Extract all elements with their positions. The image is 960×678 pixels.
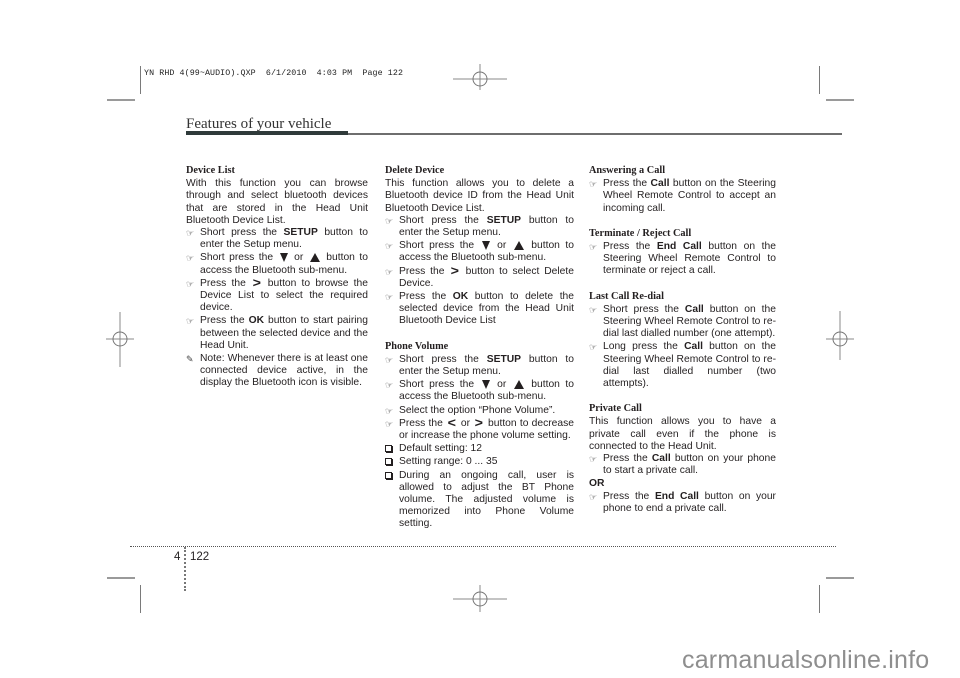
checkbox-icon xyxy=(385,445,392,453)
device-list-intro: With this function you can browse throug… xyxy=(186,178,368,226)
crop-mark xyxy=(107,99,135,101)
down-triangle-icon xyxy=(279,253,288,263)
delete-device-step: ☞ Press the > button to select Delete De… xyxy=(385,262,574,289)
pointing-hand-icon: ☞ xyxy=(186,253,195,264)
end-call-button-label: End Call xyxy=(654,490,699,502)
delete-device-step: ☞ Press the OK button to delete the sele… xyxy=(385,291,575,327)
pointing-hand-icon: ☞ xyxy=(589,304,598,315)
print-slug-line: YN RHD 4(99~AUDIO).QXP 6/1/2010 4:03 PM … xyxy=(144,69,404,78)
pencil-note-icon: ✎ xyxy=(186,354,194,365)
crop-mark xyxy=(819,66,820,94)
pointing-hand-icon: ☞ xyxy=(186,228,195,239)
header-rule-light xyxy=(348,133,842,135)
column-2: Delete Device This function allows you t… xyxy=(385,165,574,532)
redial-step: ☞ Long press the Call button on the Stee… xyxy=(589,341,777,390)
section-heading-redial: Last Call Re-dial xyxy=(589,290,664,302)
setup-button-label: SETUP xyxy=(486,353,522,365)
right-chevron-icon: > xyxy=(450,262,460,278)
pointing-hand-icon: ☞ xyxy=(589,242,598,253)
phone-volume-info: During an ongoing call, user is allowed … xyxy=(385,470,574,531)
pointing-hand-icon: ☞ xyxy=(385,418,394,429)
right-chevron-icon: > xyxy=(474,414,484,430)
crop-mark xyxy=(107,577,135,579)
delete-device-step: ☞ Short press the or button to access th… xyxy=(385,240,574,264)
device-list-step: ☞ Press the > button to browse the Devic… xyxy=(186,274,368,314)
setup-button-label: SETUP xyxy=(283,227,318,239)
device-list-step: ☞ Short press the SETUP button to enter … xyxy=(186,227,369,251)
delete-device-intro: This function allows you to delete a Blu… xyxy=(385,178,574,214)
section-heading-answering-call: Answering a Call xyxy=(589,165,666,176)
checkbox-icon xyxy=(385,458,392,466)
pointing-hand-icon: ☞ xyxy=(589,491,598,502)
pointing-hand-icon: ☞ xyxy=(186,278,195,289)
up-triangle-icon xyxy=(309,253,320,263)
pointing-hand-icon: ☞ xyxy=(385,266,394,277)
device-list-step: ☞ Short press the or button to access th… xyxy=(186,252,368,276)
registration-mark-icon xyxy=(453,585,507,612)
ok-button-label: OK xyxy=(452,291,469,303)
crop-mark xyxy=(826,577,854,579)
right-chevron-icon: > xyxy=(252,274,261,290)
end-call-button-label: End Call xyxy=(656,241,702,253)
section-heading-device-list: Device List xyxy=(186,165,235,176)
call-button-label: Call xyxy=(684,341,703,353)
checkbox-icon xyxy=(385,471,392,479)
down-triangle-icon xyxy=(481,380,490,390)
device-list-note: ✎ Note: Whenever there is at least one c… xyxy=(186,353,368,389)
pointing-hand-icon: ☞ xyxy=(385,215,394,226)
private-call-intro: This function allows you to have a priva… xyxy=(589,416,776,452)
pointing-hand-icon: ☞ xyxy=(385,380,394,391)
phone-volume-step: ☞ Press the < or > button to decrease or… xyxy=(385,414,574,442)
private-call-step: ☞ Press the Call button on your phone to… xyxy=(589,453,776,477)
phone-volume-step: ☞ Short press the SETUP button to enter … xyxy=(385,353,575,378)
page-number: 122 xyxy=(190,551,210,563)
up-triangle-icon xyxy=(513,241,524,250)
or-separator: OR xyxy=(589,478,605,490)
phone-volume-info: Default setting: 12 xyxy=(385,443,574,455)
call-button-label: Call xyxy=(684,303,704,315)
setup-button-label: SETUP xyxy=(486,214,522,226)
pointing-hand-icon: ☞ xyxy=(589,179,598,190)
answering-call-step: ☞ Press the Call button on the Steering … xyxy=(589,178,776,214)
pointing-hand-icon: ☞ xyxy=(186,316,195,327)
pointing-hand-icon: ☞ xyxy=(385,241,394,252)
pointing-hand-icon: ☞ xyxy=(385,292,394,303)
pointing-hand-icon: ☞ xyxy=(385,405,394,416)
phone-volume-step: ☞ Short press the or button to access th… xyxy=(385,379,574,403)
left-chevron-icon: < xyxy=(447,414,457,430)
column-1: Device List With this function you can b… xyxy=(186,165,368,391)
crop-mark xyxy=(819,585,820,613)
crop-mark xyxy=(826,99,854,101)
crop-mark xyxy=(140,66,141,94)
redial-step: ☞ Short press the Call button on the Ste… xyxy=(589,303,776,340)
registration-mark-icon xyxy=(453,64,507,90)
section-heading-phone-volume: Phone Volume xyxy=(385,340,449,352)
ok-button-label: OK xyxy=(248,315,265,327)
footer-dotted-divider xyxy=(184,547,186,591)
crop-mark xyxy=(140,585,141,613)
private-call-step: ☞ Press the End Call button on your phon… xyxy=(589,490,776,514)
pointing-hand-icon: ☞ xyxy=(385,354,394,365)
registration-mark-icon xyxy=(826,311,854,360)
watermark-link[interactable]: carmanualsonline.info xyxy=(682,646,929,675)
section-heading-private-call: Private Call xyxy=(589,403,642,415)
up-triangle-icon xyxy=(513,380,524,390)
call-button-label: Call xyxy=(650,178,670,190)
registration-mark-icon xyxy=(106,312,134,367)
header-rule-dark xyxy=(186,131,348,135)
column-3: Answering a Call ☞ Press the Call button… xyxy=(589,165,776,516)
chapter-number: 4 xyxy=(174,551,181,563)
terminate-call-step: ☞ Press the End Call button on the Steer… xyxy=(589,241,776,277)
device-list-step: ☞ Press the OK button to start pairing b… xyxy=(186,315,368,351)
pointing-hand-icon: ☞ xyxy=(589,454,598,465)
section-heading-terminate-call: Terminate / Reject Call xyxy=(589,227,692,239)
phone-volume-info: Setting range: 0 ... 35 xyxy=(385,456,574,468)
call-button-label: Call xyxy=(651,453,671,465)
section-heading-delete-device: Delete Device xyxy=(385,165,445,176)
pointing-hand-icon: ☞ xyxy=(589,342,598,353)
delete-device-step: ☞ Short press the SETUP button to enter … xyxy=(385,214,575,239)
footer-dotted-rule xyxy=(130,546,836,547)
down-triangle-icon xyxy=(481,241,490,250)
